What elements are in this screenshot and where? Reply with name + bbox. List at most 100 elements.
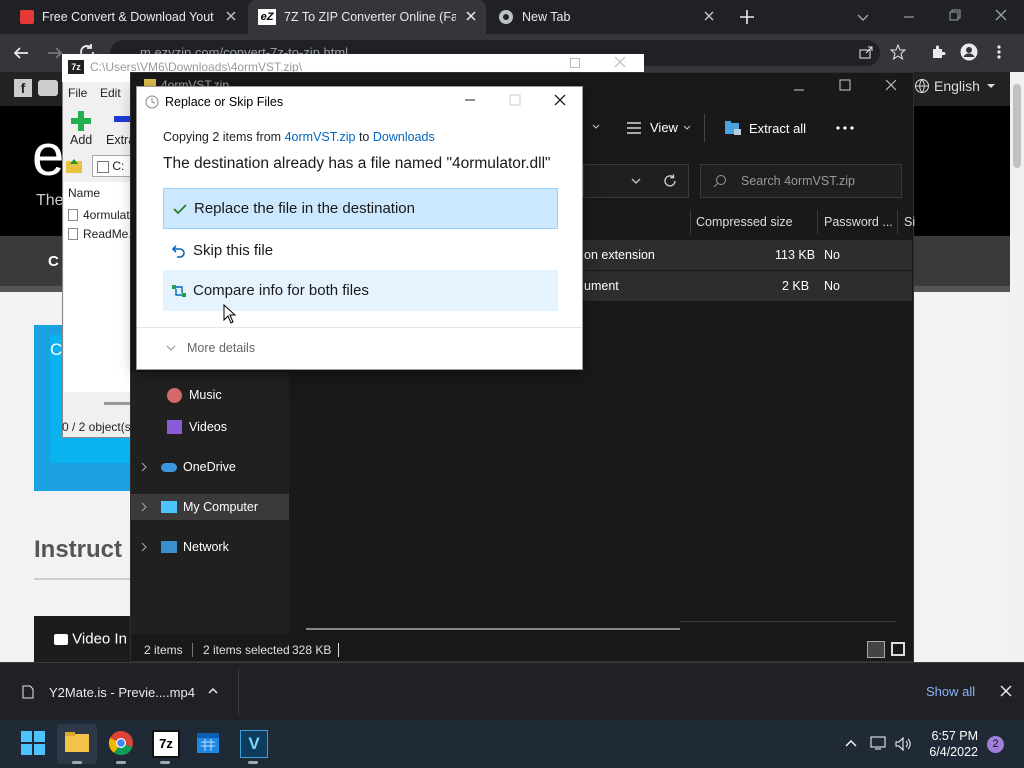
dialog-title: Replace or Skip Files (165, 95, 284, 109)
view-label: View (650, 120, 678, 135)
clock-time[interactable]: 6:57 PM (926, 729, 978, 743)
minimize-icon[interactable] (463, 93, 477, 107)
close-icon[interactable] (702, 9, 716, 23)
conflict-message: The destination already has a file named… (163, 155, 551, 172)
download-bar: Y2Mate.is - Previe....mp4 Show all (0, 662, 1024, 720)
profile-avatar[interactable] (960, 43, 978, 61)
hero-subtitle: The (36, 192, 64, 209)
nav-item-network[interactable]: Network (131, 534, 289, 560)
tiles-view-icon[interactable] (891, 642, 905, 656)
maximize-icon[interactable] (570, 58, 580, 68)
nav-item-videos[interactable]: Videos (131, 414, 289, 440)
network-status-icon[interactable] (870, 735, 888, 751)
horizontal-scrollbar[interactable] (306, 628, 680, 630)
minimize-icon[interactable] (902, 10, 916, 24)
minimize-icon[interactable] (793, 84, 805, 96)
view-button[interactable]: View (626, 120, 692, 135)
calendar-icon[interactable] (196, 730, 224, 758)
undo-arrow-icon (171, 244, 185, 258)
close-icon[interactable] (464, 9, 478, 23)
extensions-icon[interactable] (930, 44, 946, 60)
chevron-down-icon[interactable] (591, 122, 601, 132)
list-item[interactable]: 4ormulat (68, 208, 130, 222)
menu-edit[interactable]: Edit (100, 86, 121, 100)
new-tab-icon[interactable] (738, 8, 756, 26)
video-button-label: Video In (72, 630, 127, 648)
tab-ezyzip[interactable]: eZ 7Z To ZIP Converter Online (Fast) (248, 0, 486, 34)
start-windows-icon[interactable] (20, 730, 48, 758)
chevron-down-icon[interactable] (630, 176, 642, 186)
tab-search-icon[interactable] (856, 10, 870, 24)
destination-link[interactable]: Downloads (373, 130, 435, 144)
menu-file[interactable]: File (68, 86, 87, 100)
file-icon (68, 209, 78, 221)
close-icon[interactable] (553, 93, 567, 107)
column-header-size[interactable]: Si (904, 215, 915, 229)
chrome-icon[interactable] (108, 730, 136, 758)
menu-kebab-icon[interactable] (996, 44, 1002, 60)
add-button[interactable] (70, 110, 92, 132)
file-explorer-icon[interactable] (64, 730, 92, 758)
extract-all-button[interactable]: Extract all (724, 120, 806, 136)
source-link[interactable]: 4ormVST.zip (285, 130, 356, 144)
nav-item-music[interactable]: Music (131, 382, 289, 408)
site-nav-item[interactable]: C (48, 253, 59, 270)
scrollbar-thumb[interactable] (1013, 84, 1021, 168)
show-all-button[interactable]: Show all (926, 684, 975, 699)
more-details-toggle[interactable]: More details (165, 341, 255, 355)
close-window-icon[interactable] (994, 8, 1008, 22)
language-selector[interactable]: English (914, 78, 996, 94)
back-icon[interactable] (12, 44, 30, 62)
youtube-icon[interactable] (38, 80, 58, 96)
column-header-compressed[interactable]: Compressed size (696, 215, 793, 229)
more-details-label: More details (187, 341, 256, 355)
search-box[interactable]: Search 4ormVST.zip (700, 164, 902, 198)
nav-label: Network (183, 540, 229, 554)
bookmark-star-icon[interactable] (890, 44, 906, 60)
refresh-icon[interactable] (663, 174, 677, 188)
running-indicator (160, 761, 170, 764)
volume-icon[interactable] (894, 736, 912, 752)
download-file-name[interactable]: Y2Mate.is - Previe....mp4 (49, 685, 195, 700)
file-name: ReadMe. (83, 227, 132, 241)
chevron-right-icon (141, 462, 147, 472)
view-list-icon (627, 121, 641, 134)
tab-newtab[interactable]: New Tab (488, 0, 724, 34)
chevron-down-icon (683, 125, 691, 130)
close-icon[interactable] (614, 56, 626, 68)
clock-date[interactable]: 6/4/2022 (922, 745, 978, 759)
details-view-icon[interactable] (867, 641, 885, 658)
close-icon[interactable] (885, 79, 897, 91)
replace-skip-dialog: Replace or Skip Files Copying 2 items fr… (136, 86, 583, 370)
list-item[interactable]: ReadMe. (68, 227, 132, 241)
folder-up-icon[interactable] (64, 156, 84, 176)
explorer-statusbar: 2 items 2 items selected 328 KB (131, 640, 913, 662)
close-icon[interactable] (1000, 685, 1012, 697)
more-options-icon[interactable] (836, 126, 854, 130)
caret-down-icon (986, 84, 995, 88)
chevron-up-icon[interactable] (207, 686, 219, 696)
nav-item-onedrive[interactable]: OneDrive (131, 454, 289, 480)
column-header-name[interactable]: Name (68, 186, 100, 200)
column-header-password[interactable]: Password ... (824, 215, 893, 229)
tab-y2mate[interactable]: Free Convert & Download Youtu (8, 0, 246, 34)
chevron-up-icon[interactable] (844, 738, 858, 748)
navigation-pane: Music Videos OneDrive My Computer Networ… (131, 372, 289, 634)
video-instructions-button[interactable]: Video In (34, 616, 134, 662)
nav-item-my-computer[interactable]: My Computer (131, 494, 289, 520)
share-icon[interactable] (858, 44, 874, 60)
skip-file-option[interactable]: Skip this file (163, 230, 558, 271)
replace-file-option[interactable]: Replace the file in the destination (163, 188, 558, 229)
maximize-icon[interactable] (839, 79, 851, 91)
status-text: 0 / 2 object(s (62, 420, 131, 434)
vmware-icon[interactable]: V (240, 730, 268, 758)
page-scrollbar[interactable] (1010, 72, 1024, 662)
restore-icon[interactable] (948, 8, 962, 22)
facebook-icon[interactable]: f (14, 79, 32, 97)
notification-badge[interactable]: 2 (987, 736, 1004, 753)
maximize-icon (508, 93, 522, 107)
sevenzip-taskbar-icon[interactable]: 7z (152, 730, 180, 758)
address-field[interactable] (583, 164, 689, 198)
close-icon[interactable] (224, 9, 238, 23)
path-field[interactable]: C: (92, 155, 134, 177)
